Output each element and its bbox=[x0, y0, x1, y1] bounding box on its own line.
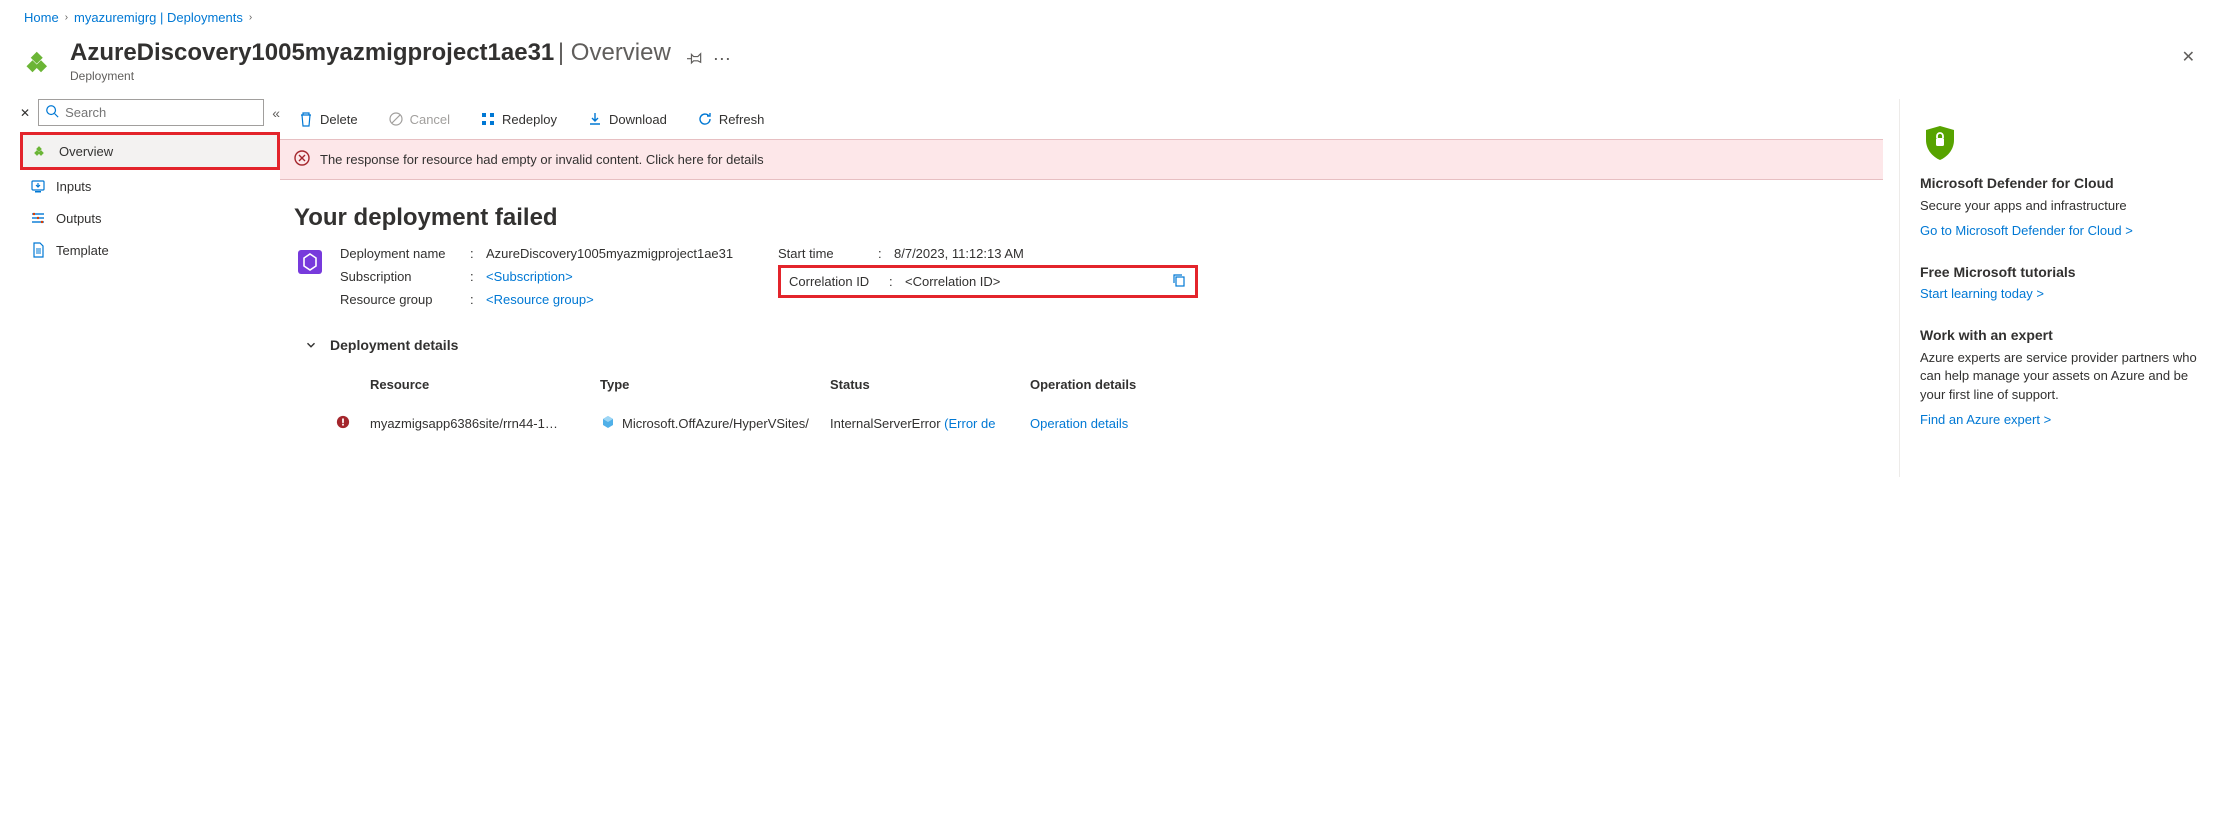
cancel-icon bbox=[388, 111, 404, 127]
collapse-sidebar-icon[interactable]: « bbox=[272, 105, 280, 121]
redeploy-label: Redeploy bbox=[502, 112, 557, 127]
page-subtitle: | bbox=[558, 39, 571, 66]
redeploy-icon bbox=[480, 111, 496, 127]
deployment-name-label: Deployment name bbox=[340, 246, 470, 261]
start-time-label: Start time bbox=[778, 246, 878, 261]
col-header-status: Status bbox=[830, 377, 1030, 392]
col-header-opdetails: Operation details bbox=[1030, 377, 1190, 392]
resource-type-label: Deployment bbox=[70, 69, 671, 83]
sidebar: ✕ « Overview Inputs bbox=[0, 99, 280, 477]
search-input[interactable] bbox=[65, 105, 257, 120]
error-icon bbox=[294, 150, 310, 169]
sidebar-item-label: Inputs bbox=[56, 179, 91, 194]
row-resource: myazmigsapp6386site/rrn44-1… bbox=[370, 416, 600, 431]
close-icon[interactable]: ✕ bbox=[2182, 47, 2195, 67]
page-header: AzureDiscovery1005myazmigproject1ae31 | … bbox=[0, 35, 2229, 99]
right-panel: Microsoft Defender for Cloud Secure your… bbox=[1899, 99, 2229, 477]
page-subtitle-text: Overview bbox=[571, 39, 671, 66]
tutorials-title: Free Microsoft tutorials bbox=[1920, 264, 2209, 280]
correlation-id-value: <Correlation ID> bbox=[905, 274, 1000, 289]
deployment-details-table: Resource Type Status Operation details m… bbox=[280, 367, 1883, 445]
download-button[interactable]: Download bbox=[581, 107, 673, 131]
expert-link[interactable]: Find an Azure expert > bbox=[1920, 412, 2051, 427]
defender-title: Microsoft Defender for Cloud bbox=[1920, 175, 2209, 191]
delete-button[interactable]: Delete bbox=[292, 107, 364, 131]
download-label: Download bbox=[609, 112, 667, 127]
sidebar-item-overview[interactable]: Overview bbox=[20, 132, 280, 170]
refresh-label: Refresh bbox=[719, 112, 765, 127]
start-time-value: 8/7/2023, 11:12:13 AM bbox=[894, 246, 1024, 261]
clear-search-icon[interactable]: ✕ bbox=[20, 106, 30, 120]
page-title: AzureDiscovery1005myazmigproject1ae31 bbox=[70, 39, 554, 66]
deployment-details-header[interactable]: Deployment details bbox=[280, 307, 1883, 367]
col-header-resource: Resource bbox=[370, 377, 600, 392]
error-banner-text: The response for resource had empty or i… bbox=[320, 152, 764, 167]
more-icon[interactable]: ⋯ bbox=[713, 49, 733, 70]
redeploy-button[interactable]: Redeploy bbox=[474, 107, 563, 131]
breadcrumb-home[interactable]: Home bbox=[24, 10, 59, 25]
row-status-link[interactable]: (Error de bbox=[944, 416, 995, 431]
correlation-id-highlight: Correlation ID : <Correlation ID> bbox=[778, 265, 1198, 298]
expert-desc: Azure experts are service provider partn… bbox=[1920, 349, 2209, 404]
sidebar-item-outputs[interactable]: Outputs bbox=[20, 202, 280, 234]
tutorials-link[interactable]: Start learning today > bbox=[1920, 286, 2044, 301]
breadcrumb: Home › myazuremigrg | Deployments › bbox=[0, 0, 2229, 35]
search-icon bbox=[45, 104, 59, 121]
error-status-icon bbox=[336, 417, 350, 432]
delete-label: Delete bbox=[320, 112, 358, 127]
inputs-icon bbox=[30, 178, 46, 194]
chevron-down-icon bbox=[304, 338, 318, 352]
defender-desc: Secure your apps and infrastructure bbox=[1920, 197, 2209, 215]
operation-details-link[interactable]: Operation details bbox=[1030, 416, 1128, 431]
chevron-right-icon: › bbox=[65, 12, 68, 23]
resource-group-link[interactable]: <Resource group> bbox=[486, 292, 594, 307]
defender-link[interactable]: Go to Microsoft Defender for Cloud > bbox=[1920, 223, 2133, 238]
deployment-name-value: AzureDiscovery1005myazmigproject1ae31 bbox=[486, 246, 733, 261]
overview-icon bbox=[33, 143, 49, 159]
error-banner[interactable]: The response for resource had empty or i… bbox=[280, 139, 1883, 180]
sidebar-item-inputs[interactable]: Inputs bbox=[20, 170, 280, 202]
download-icon bbox=[587, 111, 603, 127]
delete-icon bbox=[298, 111, 314, 127]
copy-icon[interactable] bbox=[1171, 272, 1187, 291]
col-header-type: Type bbox=[600, 377, 830, 392]
expert-title: Work with an expert bbox=[1920, 327, 2209, 343]
cancel-button: Cancel bbox=[382, 107, 456, 131]
search-input-wrapper[interactable] bbox=[38, 99, 264, 126]
breadcrumb-rg[interactable]: myazuremigrg | Deployments bbox=[74, 10, 243, 25]
sidebar-item-label: Template bbox=[56, 243, 109, 258]
sidebar-item-label: Outputs bbox=[56, 211, 102, 226]
chevron-right-icon: › bbox=[249, 12, 252, 23]
row-type: Microsoft.OffAzure/HyperVSites/ bbox=[622, 416, 809, 431]
deployment-details-label: Deployment details bbox=[330, 337, 458, 353]
sidebar-item-label: Overview bbox=[59, 144, 113, 159]
correlation-id-label: Correlation ID bbox=[789, 274, 889, 289]
row-status: InternalServerError bbox=[830, 416, 941, 431]
command-bar: Delete Cancel Redeploy bbox=[280, 99, 1883, 139]
deployment-failed-heading: Your deployment failed bbox=[280, 180, 1883, 246]
resource-type-icon bbox=[600, 414, 616, 433]
pin-icon[interactable] bbox=[687, 50, 703, 69]
cancel-label: Cancel bbox=[410, 112, 450, 127]
deployment-icon bbox=[24, 45, 58, 79]
subscription-link[interactable]: <Subscription> bbox=[486, 269, 573, 284]
template-icon bbox=[30, 242, 46, 258]
sidebar-item-template[interactable]: Template bbox=[20, 234, 280, 266]
subscription-label: Subscription bbox=[340, 269, 470, 284]
shield-icon bbox=[1920, 123, 1960, 163]
refresh-icon bbox=[697, 111, 713, 127]
table-row: myazmigsapp6386site/rrn44-1… Microsoft.O… bbox=[336, 402, 1869, 445]
deployment-detail-icon bbox=[294, 246, 326, 278]
outputs-icon bbox=[30, 210, 46, 226]
resource-group-label: Resource group bbox=[340, 292, 470, 307]
refresh-button[interactable]: Refresh bbox=[691, 107, 771, 131]
